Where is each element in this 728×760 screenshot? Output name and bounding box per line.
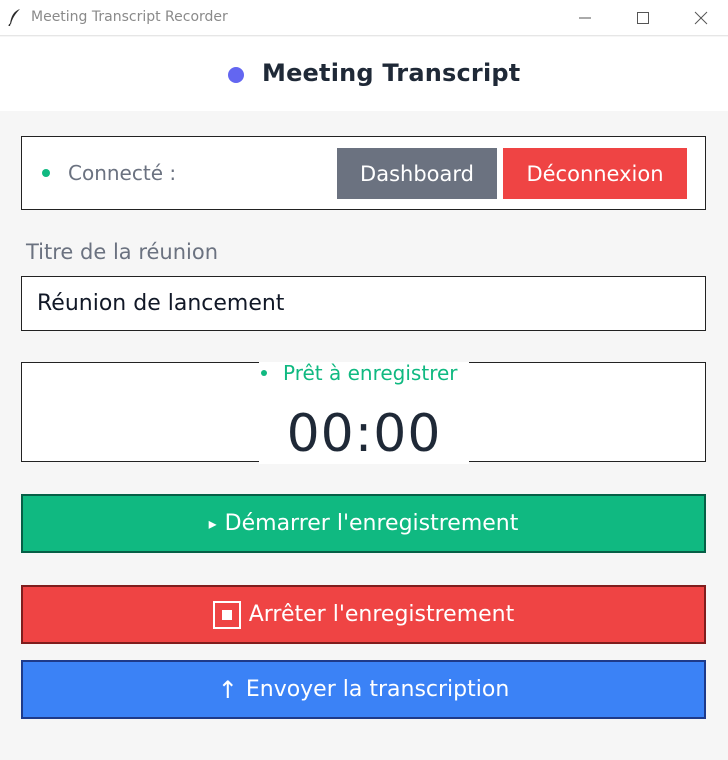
recording-timer: 00:00 <box>286 404 442 464</box>
connection-panel: Connecté : Dashboard Déconnexion <box>21 136 706 210</box>
status-display: Prêt à enregistrer 00:00 <box>259 361 469 464</box>
stop-icon <box>212 600 241 629</box>
start-recording-label: Démarrer l'enregistrement <box>224 511 519 536</box>
upload-arrow-icon: ↑ <box>217 675 238 704</box>
dashboard-button[interactable]: Dashboard <box>337 148 497 199</box>
logout-button[interactable]: Déconnexion <box>503 148 687 199</box>
status-dot-icon <box>261 370 267 376</box>
title-bar[interactable]: Meeting Transcript Recorder <box>0 0 728 36</box>
stop-recording-label: Arrêter l'enregistrement <box>248 602 515 627</box>
maximize-icon <box>637 12 649 24</box>
send-transcript-button[interactable]: ↑ Envoyer la transcription <box>21 660 706 719</box>
meeting-title-label: Titre de la réunion <box>26 240 219 264</box>
window-title: Meeting Transcript Recorder <box>31 9 228 25</box>
connection-label: Connecté : <box>68 161 177 185</box>
meeting-title-input[interactable] <box>21 276 706 331</box>
minimize-icon <box>579 17 591 19</box>
page-title: Meeting Transcript <box>262 59 521 87</box>
app-header: Meeting Transcript <box>0 37 728 111</box>
recording-status-panel: Prêt à enregistrer 00:00 <box>21 361 706 464</box>
minimize-button[interactable] <box>556 0 614 36</box>
play-icon: ▸ <box>208 514 217 533</box>
header-dot-icon <box>228 67 244 83</box>
close-button[interactable] <box>672 0 728 36</box>
status-label: Prêt à enregistrer <box>283 361 458 385</box>
close-icon <box>694 11 708 25</box>
start-recording-button[interactable]: ▸ Démarrer l'enregistrement <box>21 494 706 553</box>
stop-recording-button[interactable]: Arrêter l'enregistrement <box>21 585 706 644</box>
send-transcript-label: Envoyer la transcription <box>245 677 510 702</box>
maximize-button[interactable] <box>614 0 672 36</box>
connection-status-dot-icon <box>42 169 50 177</box>
feather-icon <box>8 9 20 26</box>
